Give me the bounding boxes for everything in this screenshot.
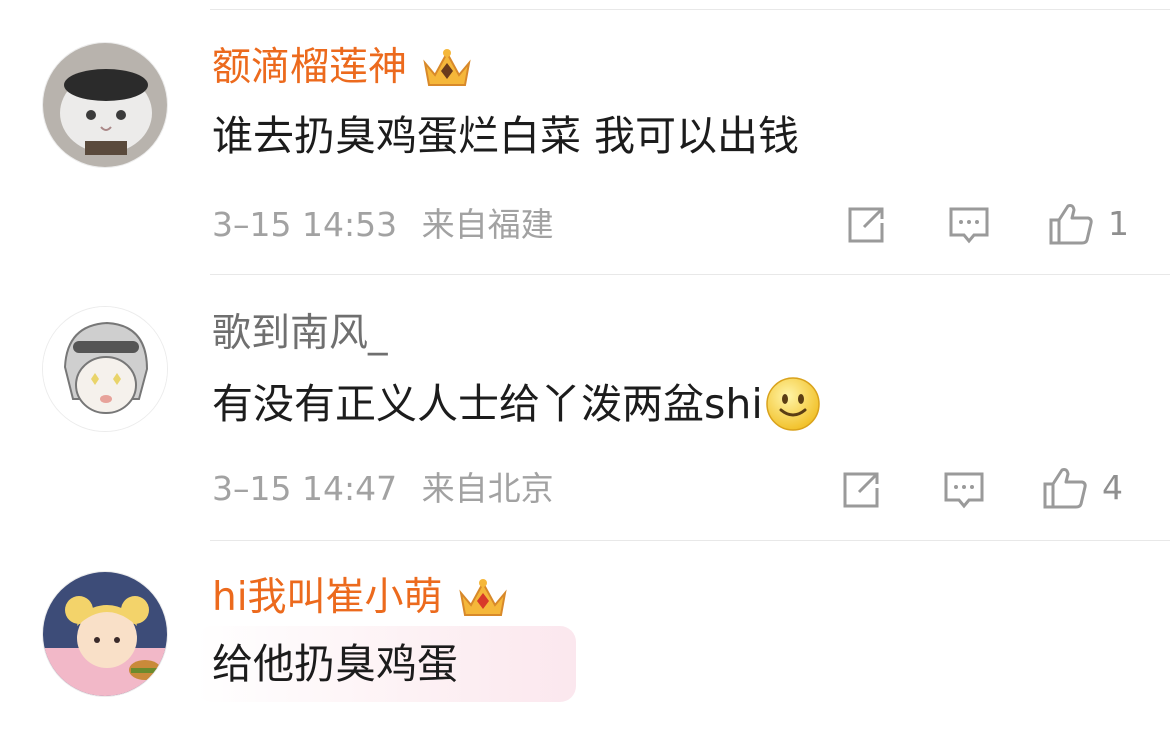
username-text[interactable]: 额滴榴莲神: [212, 44, 407, 92]
username[interactable]: 歌到南风_: [212, 310, 388, 358]
like-icon: [1049, 204, 1093, 245]
share-icon: [848, 207, 884, 243]
username[interactable]: hi我叫崔小萌: [212, 574, 511, 622]
username-text[interactable]: hi我叫崔小萌: [212, 574, 443, 622]
like-button[interactable]: 1: [1048, 202, 1129, 246]
comment-text-content: 有没有正义人士给丫泼两盆shi: [212, 380, 763, 428]
comment-meta: 3–15 14:47 来自北京: [212, 469, 554, 509]
username-text[interactable]: 歌到南风_: [212, 310, 388, 358]
smile-emoji: [765, 376, 821, 432]
divider: [210, 540, 1170, 541]
divider: [210, 274, 1170, 275]
crown-badge-icon: [455, 575, 511, 621]
share-button[interactable]: [841, 470, 883, 510]
like-count: 1: [1108, 204, 1129, 243]
avatar[interactable]: [42, 42, 168, 168]
reply-button[interactable]: [948, 206, 990, 246]
avatar[interactable]: [42, 306, 168, 432]
reply-button[interactable]: [943, 471, 985, 511]
comment-text: 有没有正义人士给丫泼两盆shi: [212, 376, 821, 432]
avatar[interactable]: [42, 571, 168, 697]
crown-badge-icon: [419, 45, 475, 91]
comment-text: 给他扔臭鸡蛋: [212, 640, 458, 688]
share-icon: [843, 472, 879, 508]
divider-top: [210, 9, 1170, 10]
reply-icon: [949, 207, 989, 244]
like-count: 4: [1102, 468, 1123, 507]
comment-time: 3–15 14:47: [212, 469, 398, 508]
share-button[interactable]: [846, 205, 888, 245]
comment-meta: 3–15 14:53 来自福建: [212, 205, 554, 245]
comment-location: 来自北京: [421, 469, 554, 508]
comment-text: 谁去扔臭鸡蛋烂白菜 我可以出钱: [212, 112, 800, 160]
comment-time: 3–15 14:53: [212, 205, 398, 244]
reply-icon: [944, 472, 984, 509]
like-icon: [1043, 468, 1087, 509]
comment-location: 来自福建: [421, 205, 554, 244]
like-button[interactable]: 4: [1042, 466, 1123, 510]
username[interactable]: 额滴榴莲神: [212, 44, 475, 92]
